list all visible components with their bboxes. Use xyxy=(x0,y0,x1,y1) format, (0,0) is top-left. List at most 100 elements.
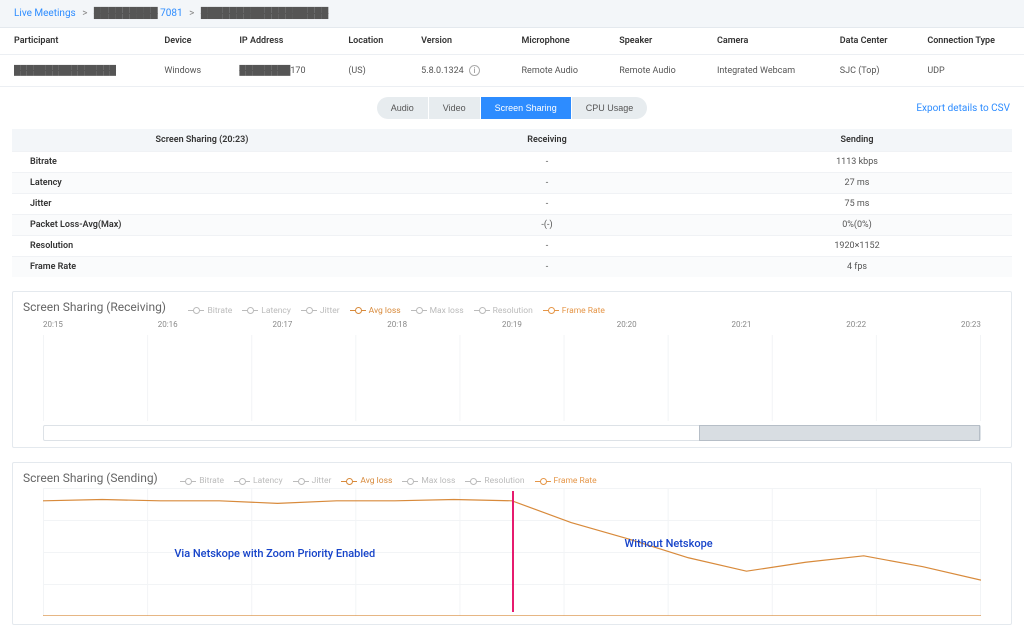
x-tick: 20:21 xyxy=(732,320,752,329)
x-tick: 20:23 xyxy=(961,320,981,329)
cell-microphone: Remote Audio xyxy=(508,55,606,87)
cell-conn-type: UDP xyxy=(913,55,1024,87)
cell-speaker: Remote Audio xyxy=(605,55,703,87)
breadcrumb-meeting-strike: █████████ xyxy=(94,8,158,19)
col-conn-type: Connection Type xyxy=(913,28,1024,55)
tab-cpu-usage[interactable]: CPU Usage xyxy=(571,97,648,119)
legend-item-bitrate[interactable]: Bitrate xyxy=(180,476,224,486)
chart-receiving-title: Screen Sharing (Receiving) xyxy=(23,300,166,314)
chart-sending-title: Screen Sharing (Sending) xyxy=(23,471,158,485)
x-tick: 20:17 xyxy=(273,320,293,329)
col-location: Location xyxy=(334,28,407,55)
x-tick: 20:20 xyxy=(617,320,637,329)
table-row: Jitter-75 ms xyxy=(12,194,1012,215)
legend-item-max-loss[interactable]: Max loss xyxy=(411,306,464,316)
legend-item-jitter[interactable]: Jitter xyxy=(301,306,340,316)
stats-col-sending: Sending xyxy=(702,129,1012,152)
table-row: Latency-27 ms xyxy=(12,173,1012,194)
tab-video[interactable]: Video xyxy=(428,97,480,119)
table-row: Resolution-1920×1152 xyxy=(12,236,1012,257)
chart-legend: Bitrate Latency Jitter Avg loss Max loss Reso… xyxy=(180,476,596,486)
chart-legend: Bitrate Latency Jitter Avg loss Max loss Reso… xyxy=(188,306,604,316)
stats-recv: - xyxy=(392,152,702,173)
breadcrumb: Live Meetings > █████████ 7081 > ███████… xyxy=(0,0,1024,28)
cell-ip: ████████170 xyxy=(225,55,334,87)
table-row: Frame Rate-4 fps xyxy=(12,257,1012,278)
legend-item-latency[interactable]: Latency xyxy=(234,476,283,486)
chart-divider xyxy=(512,491,514,612)
chart-sending: Screen Sharing (Sending) Bitrate Latency J… xyxy=(12,462,1012,626)
stats-send: 1113 kbps xyxy=(702,152,1012,173)
table-row: ████████████████ Windows ████████170 (US… xyxy=(0,55,1024,87)
export-csv-link[interactable]: Export details to CSV xyxy=(916,103,1010,114)
stats-col-metric: Screen Sharing (20:23) xyxy=(12,129,392,152)
legend-item-max-loss[interactable]: Max loss xyxy=(402,476,455,486)
participant-info-table: Participant Device IP Address Location V… xyxy=(0,28,1024,87)
legend-item-avg-loss[interactable]: Avg loss xyxy=(341,476,392,486)
media-tabs: Audio Video Screen Sharing CPU Usage xyxy=(377,97,647,119)
col-participant: Participant xyxy=(0,28,150,55)
stats-send: 27 ms xyxy=(702,173,1012,194)
chart-x-axis: 20:15 20:16 20:17 20:18 20:19 20:20 20:21 20:22… xyxy=(23,316,1001,333)
cell-datacenter: SJC (Top) xyxy=(826,55,914,87)
cell-device: Windows xyxy=(150,55,225,87)
x-tick: 20:15 xyxy=(43,320,63,329)
col-device: Device xyxy=(150,28,225,55)
legend-item-resolution[interactable]: Resolution xyxy=(474,306,533,316)
cell-location: (US) xyxy=(334,55,407,87)
cell-camera: Integrated Webcam xyxy=(703,55,826,87)
info-icon[interactable]: i xyxy=(469,65,480,76)
chart-receiving: Screen Sharing (Receiving) Bitrate Latenc… xyxy=(12,291,1012,448)
breadcrumb-sep: > xyxy=(82,8,87,19)
chart-scrubber[interactable] xyxy=(43,425,981,441)
breadcrumb-meeting-id[interactable]: █████████ 7081 xyxy=(94,8,185,19)
x-tick: 20:16 xyxy=(158,320,178,329)
stats-recv: - xyxy=(392,194,702,215)
stats-recv: - xyxy=(392,236,702,257)
stats-send: 0%(0%) xyxy=(702,215,1012,236)
annotation-right: Without Netskope xyxy=(625,537,713,550)
chart-receiving-body[interactable] xyxy=(43,335,981,421)
breadcrumb-root[interactable]: Live Meetings xyxy=(14,8,76,19)
breadcrumb-participant: ██████████████████ xyxy=(201,8,329,19)
scrubber-handle[interactable] xyxy=(699,425,980,441)
col-camera: Camera xyxy=(703,28,826,55)
stats-recv: - xyxy=(392,173,702,194)
annotation-left: Via Netskope with Zoom Priority Enabled xyxy=(174,547,375,560)
breadcrumb-sep: > xyxy=(189,8,194,19)
col-datacenter: Data Center xyxy=(826,28,914,55)
col-speaker: Speaker xyxy=(605,28,703,55)
tab-audio[interactable]: Audio xyxy=(377,97,428,119)
col-ip: IP Address xyxy=(225,28,334,55)
col-version: Version xyxy=(407,28,507,55)
stats-recv: - xyxy=(392,257,702,278)
legend-item-resolution[interactable]: Resolution xyxy=(465,476,524,486)
stats-send: 1920×1152 xyxy=(702,236,1012,257)
stats-label: Bitrate xyxy=(12,152,392,173)
media-tabs-row: Audio Video Screen Sharing CPU Usage Exp… xyxy=(0,87,1024,129)
stats-table: Screen Sharing (20:23) Receiving Sending… xyxy=(12,129,1012,277)
stats-send: 4 fps xyxy=(702,257,1012,278)
legend-item-frame-rate[interactable]: Frame Rate xyxy=(535,476,597,486)
x-tick: 20:22 xyxy=(846,320,866,329)
chart-sending-body[interactable]: Via Netskope with Zoom Priority Enabled … xyxy=(43,488,981,616)
x-tick: 20:18 xyxy=(387,320,407,329)
legend-item-frame-rate[interactable]: Frame Rate xyxy=(543,306,605,316)
stats-col-receiving: Receiving xyxy=(392,129,702,152)
stats-recv: -(-) xyxy=(392,215,702,236)
legend-item-jitter[interactable]: Jitter xyxy=(293,476,332,486)
stats-label: Resolution xyxy=(12,236,392,257)
legend-item-avg-loss[interactable]: Avg loss xyxy=(350,306,401,316)
legend-item-bitrate[interactable]: Bitrate xyxy=(188,306,232,316)
stats-label: Jitter xyxy=(12,194,392,215)
stats-label: Packet Loss-Avg(Max) xyxy=(12,215,392,236)
stats-send: 75 ms xyxy=(702,194,1012,215)
x-tick: 20:19 xyxy=(502,320,522,329)
table-row: Bitrate-1113 kbps xyxy=(12,152,1012,173)
legend-item-latency[interactable]: Latency xyxy=(242,306,291,316)
col-microphone: Microphone xyxy=(508,28,606,55)
cell-version: 5.8.0.1324 i xyxy=(407,55,507,87)
stats-label: Latency xyxy=(12,173,392,194)
tab-screen-sharing[interactable]: Screen Sharing xyxy=(480,97,571,119)
table-row: Packet Loss-Avg(Max)-(-)0%(0%) xyxy=(12,215,1012,236)
